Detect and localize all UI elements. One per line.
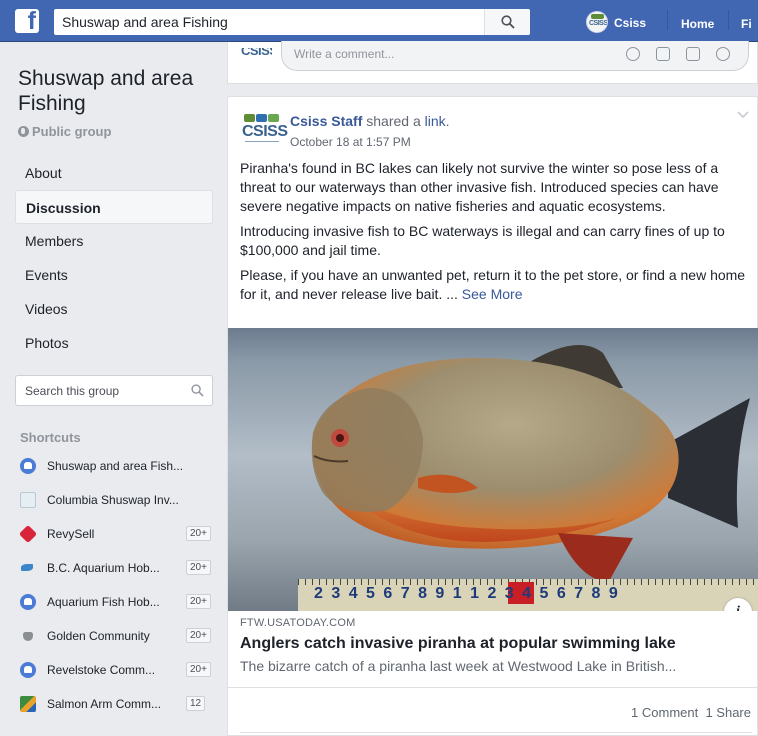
- shortcuts-heading: Shortcuts: [20, 430, 81, 445]
- photo-icon: [20, 696, 36, 712]
- post-timestamp[interactable]: October 18 at 1:57 PM: [290, 135, 411, 149]
- shortcut-item[interactable]: B.C. Aquarium Hob... 20+: [20, 556, 215, 590]
- post-paragraph: Please, if you have an unwanted pet, ret…: [240, 267, 746, 302]
- group-nav-members[interactable]: Members: [15, 224, 213, 258]
- group-nav-photos[interactable]: Photos: [15, 326, 213, 360]
- shortcut-item[interactable]: Shuswap and area Fish...: [20, 454, 215, 488]
- link-title[interactable]: Anglers catch invasive piranha at popula…: [240, 635, 676, 653]
- nav-avatar: CSISS: [586, 11, 608, 33]
- group-name[interactable]: Shuswap and area Fishing: [18, 66, 218, 116]
- post-body: Piranha's found in BC lakes can likely n…: [240, 159, 752, 310]
- notification-badge: 20+: [186, 560, 211, 575]
- feed-post: CSISS Csiss Staff shared a link. October…: [227, 96, 758, 736]
- measuring-ruler: 2 3 4 5 6 7 8 9 1 1 2 3 4 5 6 7 8 9: [298, 579, 758, 611]
- link-domain[interactable]: FTW.USATODAY.COM: [240, 617, 355, 629]
- notification-badge: 20+: [186, 628, 211, 643]
- search-input-value: Shuswap and area Fishing: [62, 14, 228, 30]
- author-name-link[interactable]: Csiss Staff: [290, 113, 362, 129]
- shared-link-text[interactable]: link: [425, 113, 446, 129]
- post-paragraph: Piranha's found in BC lakes can likely n…: [240, 160, 719, 214]
- group-icon: [20, 458, 36, 474]
- camera-icon[interactable]: [656, 47, 670, 61]
- top-navigation-bar: f Shuswap and area Fishing CSISS Csiss H…: [0, 0, 758, 42]
- shortcut-item[interactable]: Salmon Arm Comm... 12: [20, 692, 215, 726]
- link-description[interactable]: The bizarre catch of a piranha last week…: [240, 658, 676, 674]
- emoji-icon[interactable]: [626, 47, 640, 61]
- notification-badge: 12: [186, 696, 206, 711]
- nav-home-link[interactable]: Home: [681, 17, 714, 31]
- link-preview-image[interactable]: 2 3 4 5 6 7 8 9 1 1 2 3 4 5 6 7 8 9 i: [228, 328, 758, 611]
- avatar[interactable]: CSISS: [242, 112, 288, 148]
- shortcut-item[interactable]: Aquarium Fish Hob... 20+: [20, 590, 215, 624]
- group-icon: [20, 662, 36, 678]
- see-more-link[interactable]: See More: [462, 286, 523, 302]
- shortcut-item[interactable]: Golden Community 20+: [20, 624, 215, 658]
- cube-icon: [18, 524, 38, 544]
- bird-icon: [20, 560, 36, 576]
- sticker-icon[interactable]: [716, 47, 730, 61]
- group-search-input[interactable]: Search this group: [15, 375, 213, 406]
- shortcut-item[interactable]: RevySell 20+: [18, 522, 215, 556]
- avatar: CSISS: [241, 48, 272, 58]
- group-privacy: Public group: [18, 124, 111, 139]
- group-search-placeholder: Search this group: [25, 384, 120, 398]
- notification-badge: 20+: [186, 526, 211, 541]
- search-icon: [191, 384, 204, 397]
- page-icon: [20, 492, 36, 508]
- globe-icon: [18, 126, 29, 137]
- nav-user-name: Csiss: [614, 16, 647, 30]
- search-button[interactable]: [484, 9, 530, 35]
- global-search-input[interactable]: Shuswap and area Fishing: [54, 9, 530, 35]
- group-nav-videos[interactable]: Videos: [15, 292, 213, 326]
- chevron-down-icon[interactable]: [737, 111, 749, 119]
- notification-badge: 20+: [186, 594, 211, 609]
- comment-input[interactable]: Write a comment...: [281, 41, 749, 71]
- deer-icon: [20, 628, 36, 644]
- shortcut-item[interactable]: Columbia Shuswap Inv...: [20, 488, 215, 522]
- post-header: Csiss Staff shared a link.: [290, 113, 450, 129]
- group-nav-about[interactable]: About: [15, 156, 213, 190]
- facebook-logo-icon[interactable]: f: [15, 9, 39, 33]
- gif-icon[interactable]: [686, 47, 700, 61]
- engagement-summary[interactable]: 1 Comment 1 Share: [631, 705, 751, 720]
- comment-placeholder: Write a comment...: [294, 47, 395, 61]
- nav-find-friends-link[interactable]: Fi: [741, 17, 752, 31]
- post-paragraph: Introducing invasive fish to BC waterway…: [240, 223, 725, 258]
- piranha-photo: [311, 345, 750, 583]
- group-nav-menu: About Discussion Members Events Videos P…: [15, 156, 213, 360]
- comment-composer: CSISS Write a comment...: [227, 41, 758, 84]
- shortcuts-list: Shuswap and area Fish... Columbia Shuswa…: [18, 454, 215, 726]
- notification-badge: 20+: [186, 662, 211, 677]
- group-nav-events[interactable]: Events: [15, 258, 213, 292]
- group-icon: [20, 594, 36, 610]
- search-icon: [501, 15, 515, 29]
- shortcut-item[interactable]: Revelstoke Comm... 20+: [20, 658, 215, 692]
- group-nav-discussion[interactable]: Discussion: [15, 190, 213, 224]
